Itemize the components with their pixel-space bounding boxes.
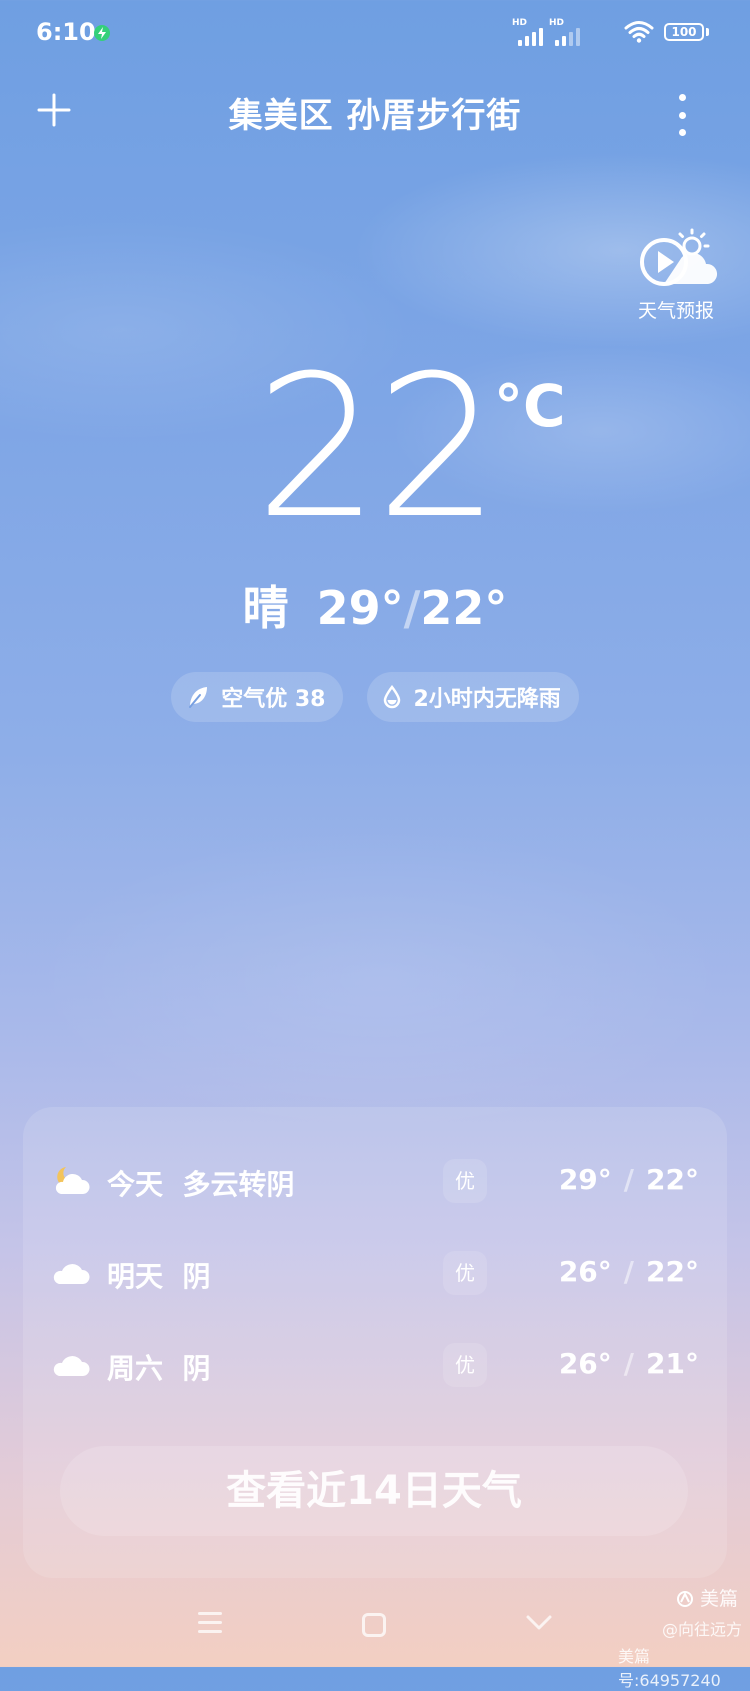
daily-forecast-card: 今天 多云转阴 优 29°/22° 明天 阴 优 26°/22° 周六 阴 优 … xyxy=(23,1107,727,1578)
battery-tip xyxy=(706,28,709,36)
today-low: 22° xyxy=(420,581,508,635)
view-14-day-forecast-button[interactable]: 查看近14日天气 xyxy=(60,1446,688,1536)
watermark-brand: 美篇 xyxy=(676,1584,738,1611)
battery-level: 100 xyxy=(671,25,697,39)
cloud-icon xyxy=(53,1356,90,1376)
temp-separator: / xyxy=(403,581,421,635)
play-cloud-sun-icon xyxy=(640,228,718,286)
forecast-temps: 29°/22° xyxy=(558,1163,699,1196)
plus-icon xyxy=(37,93,71,127)
forecast-temps: 26°/21° xyxy=(558,1347,699,1380)
meipian-logo-icon xyxy=(677,1591,693,1607)
forecast-day-label: 今天 多云转阴 xyxy=(107,1168,295,1201)
nav-back-button[interactable] xyxy=(525,1614,553,1632)
leaf-icon xyxy=(189,687,208,708)
watermark-brand-text: 美篇 xyxy=(700,1588,739,1610)
add-city-button[interactable] xyxy=(36,92,80,136)
water-drop-icon xyxy=(384,685,401,709)
status-time: 6:10 xyxy=(36,18,96,46)
rain-forecast-text: 2小时内无降雨 xyxy=(413,687,561,712)
charging-icon xyxy=(94,25,110,41)
air-quality-chip[interactable]: 空气优 38 xyxy=(171,672,344,722)
forecast-day-label: 周六 阴 xyxy=(107,1352,211,1385)
weather-forecast-video-button[interactable]: 天气预报 xyxy=(618,228,734,323)
status-bar: 6:10 HD HD 100 xyxy=(0,0,750,66)
forecast-day-label: 明天 阴 xyxy=(107,1260,211,1293)
aqi-badge: 优 xyxy=(443,1343,487,1387)
more-options-button[interactable] xyxy=(662,92,702,138)
forecast-row-today[interactable]: 今天 多云转阴 优 29°/22° xyxy=(23,1151,727,1211)
partly-cloudy-night-icon xyxy=(55,1167,90,1194)
current-temperature: 22 xyxy=(255,334,500,562)
weather-forecast-video-label: 天气预报 xyxy=(637,300,714,322)
forecast-row-saturday[interactable]: 周六 阴 优 26°/21° xyxy=(23,1335,727,1395)
forecast-row-tomorrow[interactable]: 明天 阴 优 26°/22° xyxy=(23,1243,727,1303)
more-dot-icon xyxy=(678,94,686,101)
forecast-temps: 26°/22° xyxy=(558,1255,699,1288)
current-condition: 晴 xyxy=(242,581,289,635)
aqi-badge: 优 xyxy=(443,1251,487,1295)
watermark-author: @向往远方 xyxy=(662,1620,743,1639)
cloud-icon xyxy=(53,1264,90,1284)
sim2-hd-label: HD xyxy=(549,18,565,28)
aqi-badge: 优 xyxy=(443,1159,487,1203)
nav-home-button[interactable] xyxy=(362,1613,386,1637)
battery-icon: 100 xyxy=(664,23,704,41)
rain-forecast-chip[interactable]: 2小时内无降雨 xyxy=(367,672,579,722)
watermark-id: 美篇号:64957240 xyxy=(618,1647,721,1690)
nav-recents-button[interactable] xyxy=(198,1612,222,1639)
temperature-unit: °C xyxy=(494,372,566,440)
today-high: 29° xyxy=(316,581,404,635)
air-quality-text: 空气优 38 xyxy=(221,687,326,712)
location-title[interactable]: 集美区 孙厝步行街 xyxy=(150,88,600,137)
current-condition-line: 晴 29°/22° xyxy=(0,572,750,638)
more-dot-icon xyxy=(678,111,686,119)
more-dot-icon xyxy=(678,129,686,136)
info-chips: 空气优 38 2小时内无降雨 xyxy=(0,672,750,722)
sim1-hd-label: HD xyxy=(512,18,528,28)
wifi-icon xyxy=(624,21,654,43)
